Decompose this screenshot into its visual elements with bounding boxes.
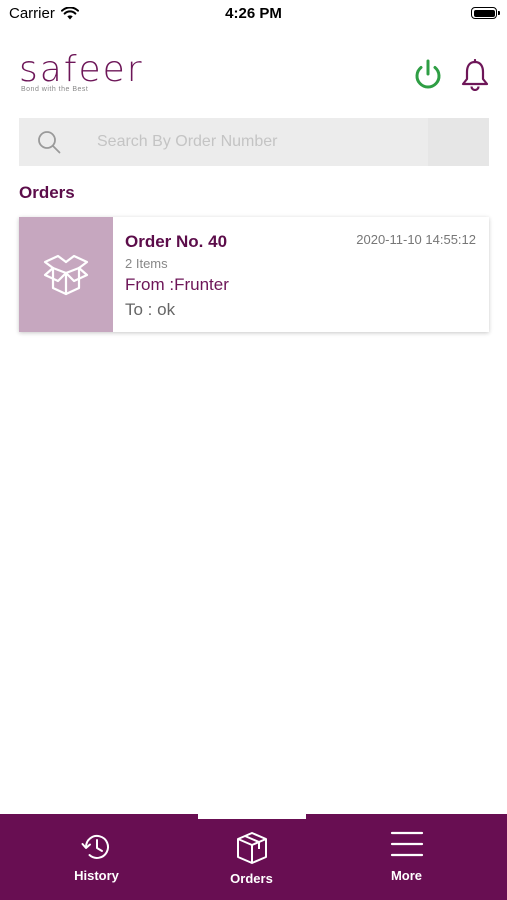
history-icon	[81, 834, 109, 859]
tab-orders[interactable]: Orders	[167, 814, 336, 900]
search-filter-area[interactable]	[428, 118, 489, 166]
tab-more-label: More	[390, 868, 423, 883]
safeer-logo: safeer Bond with the Best	[19, 49, 144, 94]
order-card[interactable]: Order No. 40 2020-11-10 14:55:12 2 Items…	[19, 217, 489, 332]
clock: 4:26 PM	[225, 5, 282, 22]
menu-icon	[390, 831, 423, 857]
bell-icon	[461, 58, 489, 92]
bottom-tab-bar: History Orders More	[0, 814, 507, 900]
power-icon	[415, 59, 441, 89]
notifications-button[interactable]	[460, 58, 490, 92]
orders-section-title: Orders	[19, 183, 75, 202]
tab-history[interactable]: History	[12, 814, 181, 900]
search-input[interactable]	[97, 118, 447, 166]
logo-wordmark: safeer	[19, 49, 144, 90]
logout-button[interactable]	[413, 59, 443, 91]
active-tab-indicator	[198, 814, 306, 819]
order-item-count: 2 Items	[125, 256, 168, 271]
box-icon	[43, 254, 89, 295]
order-from: From :Frunter	[125, 275, 229, 294]
app-header: safeer Bond with the Best	[0, 40, 507, 110]
search-icon	[38, 131, 61, 154]
order-thumbnail	[19, 217, 113, 332]
tab-history-label: History	[74, 868, 119, 883]
status-bar: Carrier 4:26 PM	[0, 0, 507, 30]
tab-orders-label: Orders	[230, 871, 273, 886]
order-to: To : ok	[125, 300, 176, 319]
search-button[interactable]	[19, 118, 79, 166]
order-number: Order No. 40	[125, 232, 228, 251]
order-date: 2020-11-10 14:55:12	[356, 232, 476, 247]
battery-icon	[471, 7, 500, 19]
box-icon	[236, 832, 267, 864]
tab-more[interactable]: More	[322, 814, 491, 900]
search-bar	[19, 118, 489, 166]
